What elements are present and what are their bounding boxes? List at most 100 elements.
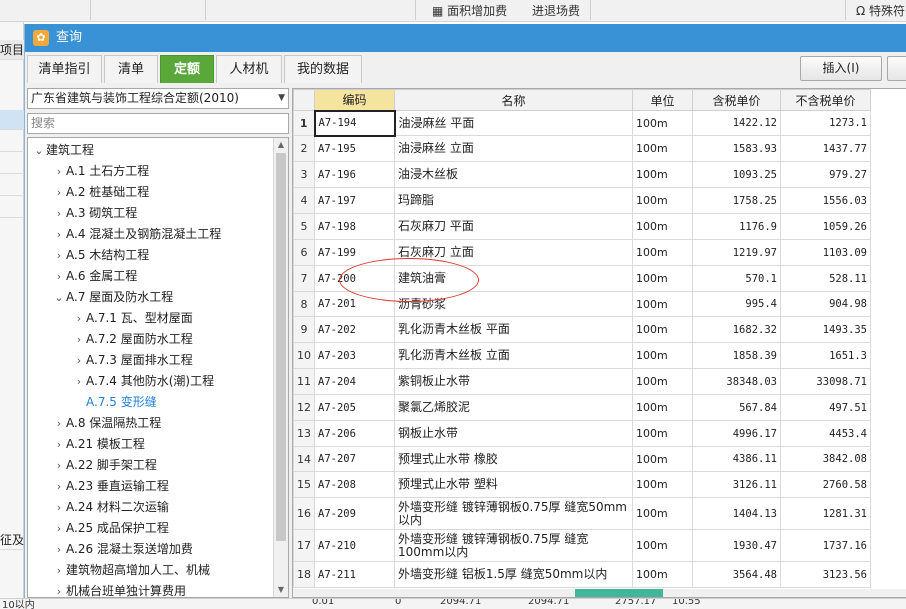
- chevron-right-icon[interactable]: ›: [52, 455, 66, 476]
- chevron-right-icon[interactable]: ›: [72, 308, 86, 329]
- tree-node[interactable]: › A.7.1 瓦、型材屋面: [72, 308, 193, 329]
- overflow-button[interactable]: [887, 56, 906, 81]
- table-row[interactable]: 1 A7-194 油浸麻丝 平面 100m 1422.12 1273.1: [293, 109, 871, 137]
- tree-node[interactable]: › A.8 保温隔热工程: [52, 413, 161, 434]
- chevron-right-icon[interactable]: ›: [72, 329, 86, 350]
- chevron-right-icon[interactable]: ›: [52, 539, 66, 560]
- background-row: [0, 198, 24, 218]
- table-row[interactable]: 12 A7-205 聚氯乙烯胶泥 100m 567.84 497.51: [293, 394, 871, 421]
- row-index: 14: [293, 446, 315, 472]
- table-row[interactable]: 11 A7-204 紫铜板止水带 100m 38348.03 33098.71: [293, 368, 871, 395]
- background-tab-project[interactable]: 项目: [0, 40, 24, 60]
- chevron-right-icon[interactable]: ›: [52, 497, 66, 518]
- area-surcharge-button[interactable]: ▦ 面积增加费: [432, 2, 507, 20]
- site-entry-fee-button[interactable]: 进退场费: [532, 2, 580, 20]
- tree-node[interactable]: › A.1 土石方工程: [52, 161, 149, 182]
- quota-library-select[interactable]: 广东省建筑与装饰工程综合定额(2010) ▼: [27, 88, 289, 109]
- chevron-right-icon[interactable]: ›: [52, 434, 66, 455]
- chevron-down-icon[interactable]: ⌄: [32, 140, 46, 161]
- chevron-right-icon[interactable]: ›: [52, 182, 66, 203]
- tree-node[interactable]: › A.23 垂直运输工程: [52, 476, 169, 497]
- chevron-right-icon[interactable]: ›: [52, 518, 66, 539]
- tree-node[interactable]: › 机械台班单独计算费用: [52, 581, 186, 597]
- dialog-titlebar[interactable]: ✿ 查询: [25, 24, 906, 52]
- tree-node[interactable]: › A.7.3 屋面排水工程: [72, 350, 193, 371]
- tree-node[interactable]: ⌄ 建筑工程: [32, 140, 94, 161]
- row-tax-price: 1682.32: [692, 316, 781, 343]
- tree-node[interactable]: › A.5 木结构工程: [52, 245, 149, 266]
- table-row[interactable]: 4 A7-197 玛蹄脂 100m 1758.25 1556.03: [293, 187, 871, 214]
- table-row[interactable]: 10 A7-203 乳化沥青木丝板 立面 100m 1858.39 1651.3: [293, 342, 871, 369]
- chevron-right-icon[interactable]: ›: [52, 476, 66, 497]
- tree-node[interactable]: › A.7.4 其他防水(潮)工程: [72, 371, 214, 392]
- tree-node[interactable]: › A.2 桩基础工程: [52, 182, 149, 203]
- chevron-right-icon[interactable]: ›: [72, 350, 86, 371]
- chevron-right-icon[interactable]: ›: [52, 161, 66, 182]
- background-row-label: 征及: [0, 530, 24, 550]
- table-row[interactable]: 5 A7-198 石灰麻刀 平面 100m 1176.9 1059.26: [293, 213, 871, 240]
- chevron-right-icon[interactable]: ›: [52, 266, 66, 287]
- chevron-right-icon[interactable]: ›: [52, 245, 66, 266]
- table-row[interactable]: 16 A7-209 外墙变形缝 镀锌薄钢板0.75厚 缝宽50mm以内 100m 140…: [293, 497, 871, 530]
- table-row[interactable]: 6 A7-199 石灰麻刀 立面 100m 1219.97 1103.09: [293, 239, 871, 266]
- row-index: 6: [293, 239, 315, 266]
- tree-node[interactable]: › A.24 材料二次运输: [52, 497, 169, 518]
- special-symbol-button[interactable]: Ω 特殊符: [856, 2, 905, 20]
- tree-node[interactable]: A.7.5 变形缝: [72, 392, 157, 413]
- row-name: 玛蹄脂: [394, 187, 633, 214]
- chevron-right-icon[interactable]: ›: [52, 581, 66, 597]
- tab-list-guide[interactable]: 清单指引: [27, 55, 102, 83]
- tree-node[interactable]: › A.25 成品保护工程: [52, 518, 169, 539]
- header-code[interactable]: 编码: [314, 89, 395, 111]
- row-unit: 100m: [632, 420, 693, 447]
- row-code: A7-208: [314, 471, 395, 498]
- tree-node[interactable]: › A.6 金属工程: [52, 266, 137, 287]
- dialog-title: 查询: [56, 30, 83, 45]
- chevron-right-icon[interactable]: ›: [52, 413, 66, 434]
- background-cell: 10以内: [2, 600, 35, 609]
- header-net-price[interactable]: 不含税单价: [780, 89, 871, 111]
- scroll-down-icon[interactable]: ▼: [274, 583, 288, 597]
- table-row[interactable]: 13 A7-206 钢板止水带 100m 4996.17 4453.4: [293, 420, 871, 447]
- chevron-right-icon[interactable]: ›: [52, 203, 66, 224]
- tree-node[interactable]: › A.3 砌筑工程: [52, 203, 137, 224]
- chevron-right-icon[interactable]: ›: [72, 371, 86, 392]
- tree-node[interactable]: › A.21 模板工程: [52, 434, 145, 455]
- header-unit[interactable]: 单位: [632, 89, 693, 111]
- tab-quota[interactable]: 定额: [160, 55, 214, 83]
- header-name[interactable]: 名称: [394, 89, 633, 111]
- search-input[interactable]: 搜索: [27, 113, 289, 134]
- table-row[interactable]: 17 A7-210 外墙变形缝 镀锌薄钢板0.75厚 缝宽100mm以内 100m 19…: [293, 529, 871, 562]
- grid-horizontal-scrollbar[interactable]: [293, 589, 906, 597]
- header-tax-price[interactable]: 含税单价: [692, 89, 781, 111]
- tree-node[interactable]: › A.7.2 屋面防水工程: [72, 329, 193, 350]
- table-row[interactable]: 8 A7-201 沥青砂浆 100m 995.4 904.98: [293, 291, 871, 317]
- chevron-right-icon[interactable]: ›: [52, 224, 66, 245]
- scrollbar-thumb[interactable]: [276, 153, 286, 541]
- tab-my-data[interactable]: 我的数据: [284, 55, 362, 83]
- chevron-right-icon[interactable]: ›: [52, 560, 66, 581]
- tree-node[interactable]: › A.26 混凝土泵送增加费: [52, 539, 193, 560]
- row-index: 11: [293, 368, 315, 395]
- table-row[interactable]: 18 A7-211 外墙变形缝 铝板1.5厚 缝宽50mm以内 100m 3564.48…: [293, 561, 871, 588]
- tab-labor-material-machine[interactable]: 人材机: [216, 55, 282, 83]
- tree-node[interactable]: ⌄ A.7 屋面及防水工程: [52, 287, 173, 308]
- table-row[interactable]: 3 A7-196 油浸木丝板 100m 1093.25 979.27: [293, 161, 871, 188]
- tab-list[interactable]: 清单: [104, 55, 158, 83]
- table-row[interactable]: 14 A7-207 预埋式止水带 橡胶 100m 4386.11 3842.08: [293, 446, 871, 472]
- chevron-down-icon[interactable]: ⌄: [52, 287, 66, 308]
- scroll-up-icon[interactable]: ▲: [274, 138, 288, 152]
- table-row[interactable]: 7 A7-200 建筑油膏 100m 570.1 528.11: [293, 265, 871, 292]
- background-cell: 0: [395, 598, 402, 607]
- scrollbar-thumb[interactable]: [575, 589, 663, 597]
- tree-node[interactable]: › A.22 脚手架工程: [52, 455, 157, 476]
- tree-node[interactable]: › 建筑物超高增加人工、机械: [52, 560, 210, 581]
- tree-node-label: 建筑物超高增加人工、机械: [66, 563, 211, 577]
- table-row[interactable]: 15 A7-208 预埋式止水带 塑料 100m 3126.11 2760.58: [293, 471, 871, 498]
- tree-scrollbar[interactable]: ▲ ▼: [273, 138, 288, 597]
- insert-button[interactable]: 插入(I): [800, 56, 882, 81]
- table-row[interactable]: 2 A7-195 油浸麻丝 立面 100m 1583.93 1437.77: [293, 135, 871, 162]
- row-index: 17: [293, 529, 315, 562]
- table-row[interactable]: 9 A7-202 乳化沥青木丝板 平面 100m 1682.32 1493.35: [293, 316, 871, 343]
- tree-node[interactable]: › A.4 混凝土及钢筋混凝土工程: [52, 224, 221, 245]
